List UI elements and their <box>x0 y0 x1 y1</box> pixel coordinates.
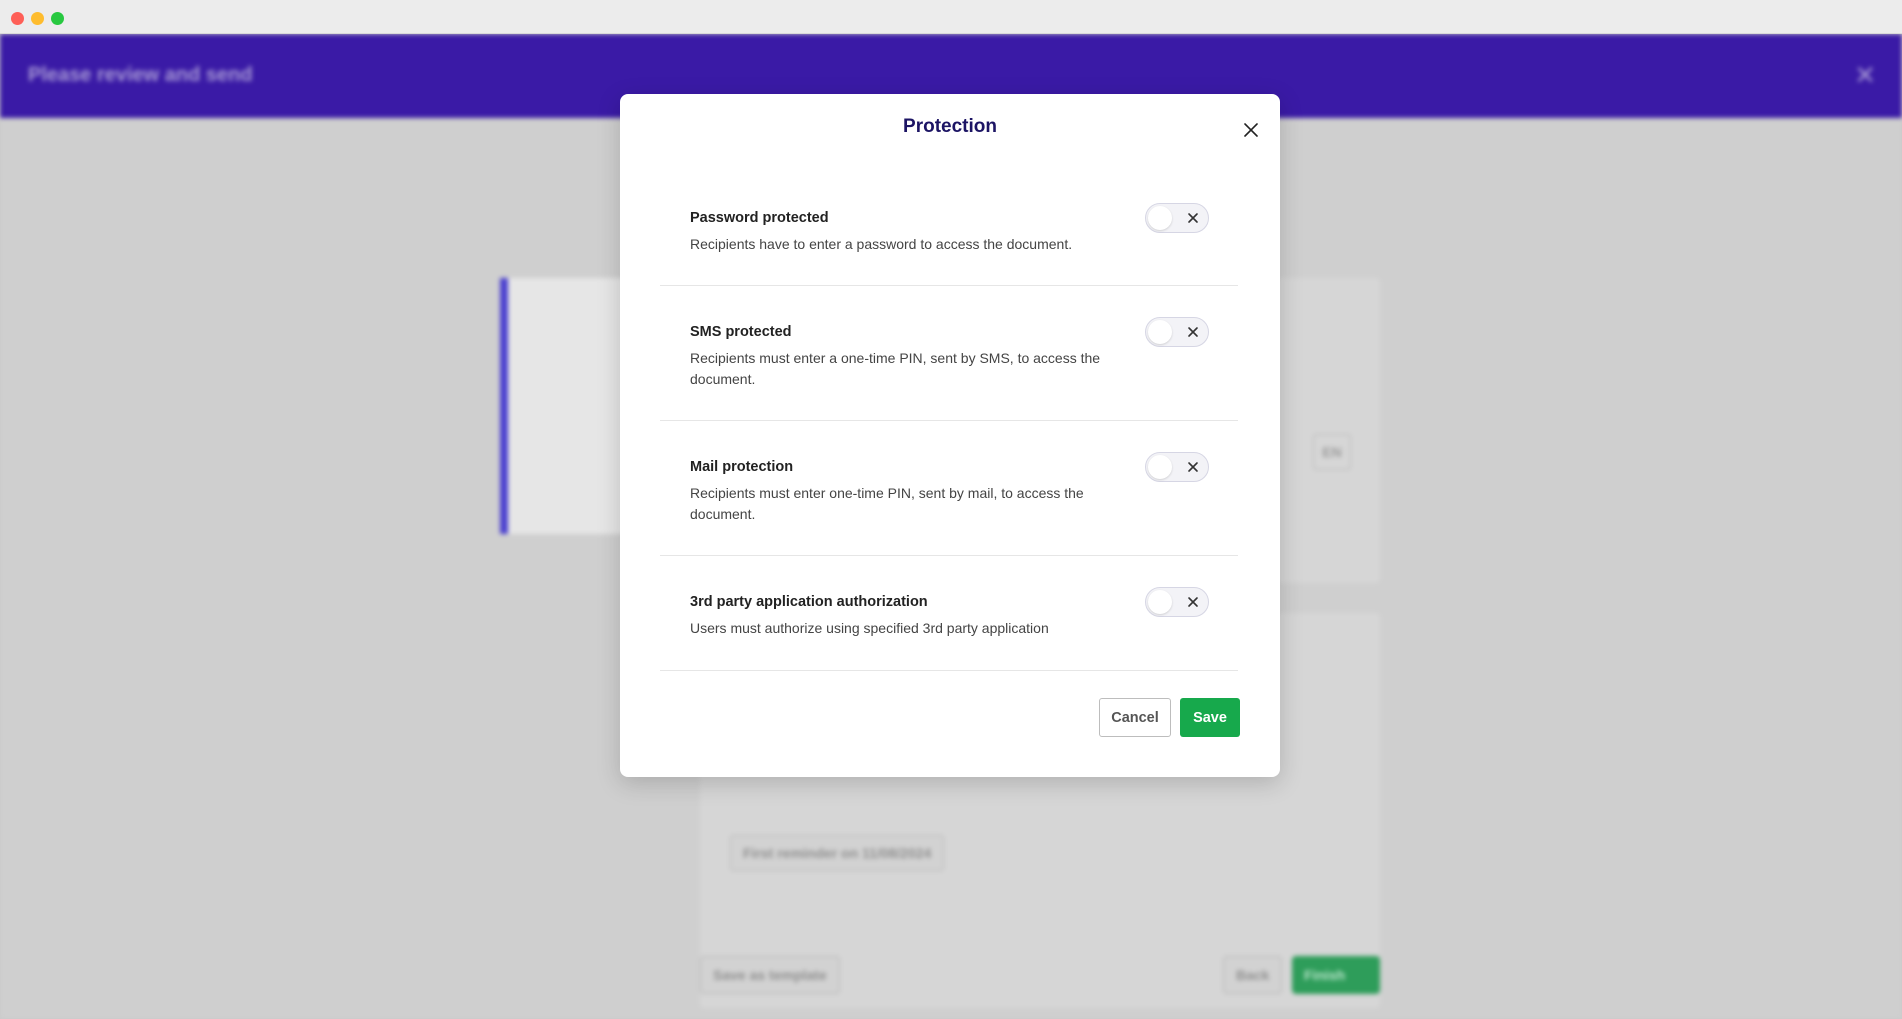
header-close-icon[interactable]: ✕ <box>1854 60 1876 91</box>
window-titlebar <box>0 0 1902 34</box>
mail-protection-toggle[interactable] <box>1145 452 1209 482</box>
protection-dialog: Protection Password protected Recipients… <box>620 94 1280 777</box>
option-description: Recipients must enter a one-time PIN, se… <box>690 350 1101 387</box>
option-mail-protection: Mail protection Recipients must enter on… <box>660 421 1238 556</box>
toggle-off-icon <box>1184 323 1202 341</box>
password-protected-toggle[interactable] <box>1145 203 1209 233</box>
maximize-window-button[interactable] <box>51 12 64 25</box>
save-as-template-button[interactable]: Save as template <box>700 956 840 994</box>
toggle-knob <box>1148 455 1172 479</box>
language-badge[interactable]: EN <box>1313 434 1351 470</box>
page-title: Please review and send <box>28 64 253 86</box>
toggle-off-icon <box>1184 458 1202 476</box>
finish-button[interactable]: Finish <box>1292 956 1380 994</box>
cancel-button[interactable]: Cancel <box>1099 698 1171 737</box>
toggle-knob <box>1148 206 1172 230</box>
option-description: Recipients have to enter a password to a… <box>690 236 1073 252</box>
option-title: Password protected <box>690 210 829 226</box>
option-description: Users must authorize using specified 3rd… <box>690 620 1049 636</box>
toggle-off-icon <box>1184 593 1202 611</box>
reminder-chip: First reminder on 11/08/2024 <box>730 835 945 871</box>
option-sms-protected: SMS protected Recipients must enter a on… <box>660 286 1238 421</box>
toggle-knob <box>1148 320 1172 344</box>
third-party-authorization-toggle[interactable] <box>1145 587 1209 617</box>
close-window-button[interactable] <box>11 12 24 25</box>
back-button[interactable]: Back <box>1223 956 1283 994</box>
close-icon[interactable] <box>1237 116 1265 144</box>
option-title: 3rd party application authorization <box>690 594 928 610</box>
dialog-title: Protection <box>903 116 997 137</box>
option-title: Mail protection <box>690 459 794 475</box>
toggle-knob <box>1148 590 1172 614</box>
sms-protected-toggle[interactable] <box>1145 317 1209 347</box>
minimize-window-button[interactable] <box>31 12 44 25</box>
option-password-protected: Password protected Recipients have to en… <box>660 168 1238 286</box>
save-button[interactable]: Save <box>1180 698 1240 737</box>
option-third-party-authorization: 3rd party application authorization User… <box>660 556 1238 671</box>
toggle-off-icon <box>1184 209 1202 227</box>
option-description: Recipients must enter one-time PIN, sent… <box>690 485 1084 522</box>
option-title: SMS protected <box>690 324 792 340</box>
